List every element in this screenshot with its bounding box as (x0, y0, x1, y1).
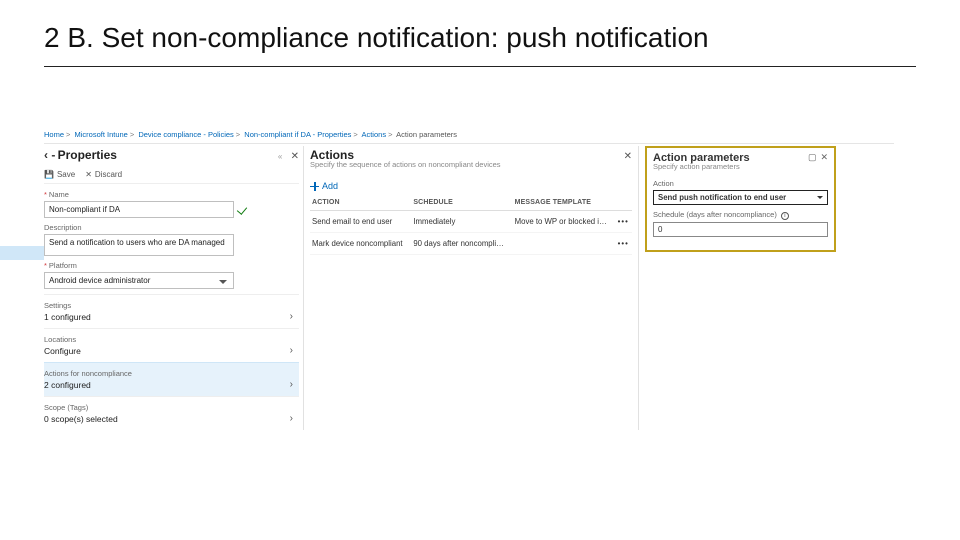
discard-button[interactable]: ✕ Discard (85, 170, 122, 179)
slide-title: 2 B. Set non-compliance notification: pu… (44, 22, 709, 54)
close-icon[interactable]: ✕ (624, 151, 632, 162)
table-row[interactable]: Mark device noncompliant 90 days after n… (310, 233, 632, 255)
name-label: Name (49, 190, 69, 199)
col-schedule: SCHEDULE (411, 195, 512, 211)
title-underline (44, 66, 916, 67)
description-label: Description (44, 223, 299, 232)
chevron-right-icon: › (290, 345, 293, 356)
row-menu-icon[interactable]: ••• (616, 211, 632, 233)
params-subtitle: Specify action parameters (653, 162, 750, 171)
add-action-button[interactable]: Add (310, 181, 338, 191)
chevron-right-icon: › (290, 311, 293, 322)
breadcrumb[interactable]: Home> Microsoft Intune> Device complianc… (44, 130, 894, 144)
scope-row[interactable]: Scope (Tags) 0 scope(s) selected › (44, 396, 299, 430)
platform-label: Platform (49, 261, 77, 270)
save-button[interactable]: 💾 Save (44, 170, 75, 179)
actions-table: ACTION SCHEDULE MESSAGE TEMPLATE Send em… (310, 195, 632, 255)
table-row[interactable]: Send email to end user Immediately Move … (310, 211, 632, 233)
col-template: MESSAGE TEMPLATE (513, 195, 616, 211)
actions-row[interactable]: Actions for noncompliance 2 configured › (44, 362, 299, 396)
blade-prefix: ‹ - (44, 148, 55, 162)
actions-subtitle: Specify the sequence of actions on nonco… (310, 160, 501, 169)
maximize-icon[interactable]: ▢ (808, 152, 817, 163)
discard-icon: ✕ (85, 170, 92, 179)
plus-icon (310, 182, 319, 191)
col-action: ACTION (310, 195, 411, 211)
chevron-right-icon: › (290, 379, 293, 390)
description-input[interactable]: Send a notification to users who are DA … (44, 234, 234, 256)
crumb[interactable]: Device compliance - Policies (138, 130, 233, 139)
row-menu-icon[interactable]: ••• (616, 233, 632, 255)
params-highlight-box: Action parameters Specify action paramet… (645, 146, 836, 252)
crumb[interactable]: Actions (361, 130, 386, 139)
name-input[interactable]: Non-compliant if DA (44, 201, 234, 218)
action-parameters-blade: Action parameters Specify action paramet… (639, 146, 836, 430)
schedule-label: Schedule (days after noncompliance) (653, 210, 777, 219)
action-select[interactable]: Send push notification to end user (653, 190, 828, 205)
close-icon[interactable]: ✕ (820, 152, 828, 163)
actions-blade: Actions Specify the sequence of actions … (304, 146, 639, 430)
close-icon[interactable]: ✕ (291, 151, 299, 162)
crumb[interactable]: Non-compliant if DA - Properties (244, 130, 351, 139)
blade-title-properties: Properties (58, 148, 117, 162)
nav-highlight (0, 246, 44, 260)
platform-select[interactable]: Android device administrator (44, 272, 234, 289)
locations-row[interactable]: Locations Configure › (44, 328, 299, 362)
crumb[interactable]: Home (44, 130, 64, 139)
properties-blade: ‹ - Properties « ✕ 💾 Save ✕ Discard (44, 146, 304, 430)
portal-screenshot: Home> Microsoft Intune> Device complianc… (44, 130, 894, 490)
save-icon: 💾 (44, 170, 54, 179)
crumb[interactable]: Microsoft Intune (75, 130, 128, 139)
settings-row[interactable]: Settings 1 configured › (44, 294, 299, 328)
action-label: Action (653, 179, 828, 188)
info-icon[interactable]: i (781, 212, 789, 220)
schedule-input[interactable]: 0 (653, 222, 828, 237)
chevron-right-icon: › (290, 413, 293, 424)
pin-icon[interactable]: « (278, 152, 282, 161)
crumb: Action parameters (396, 130, 457, 139)
